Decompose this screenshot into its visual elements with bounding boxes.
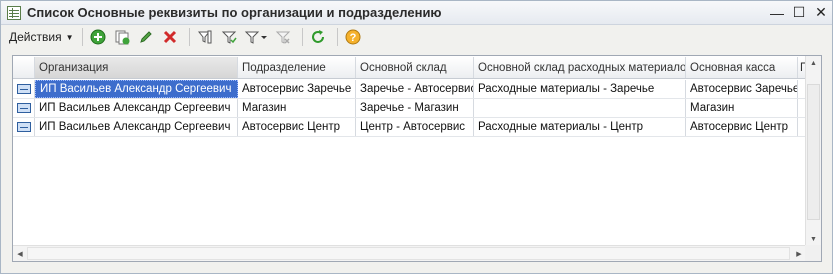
help-icon: ? [345,29,360,45]
scrollbar-corner [805,245,821,261]
copy-button[interactable] [112,27,132,47]
row-icon-cell [13,80,35,98]
refresh-button[interactable] [308,27,328,47]
delete-button[interactable] [160,27,180,47]
horizontal-scrollbar[interactable]: ◀ ▶ [13,245,806,261]
scroll-up-arrow-icon[interactable]: ▲ [806,56,821,70]
vertical-scrollbar[interactable]: ▲ ▼ [805,56,821,246]
header-main-cashbox[interactable]: Основная касса [686,57,798,78]
filter-icon [221,31,237,44]
row-icon-cell [13,118,35,136]
copy-icon [115,30,129,45]
filter-clear-button[interactable] [273,27,293,47]
header-consumables-warehouse[interactable]: Основной склад расходных материалов [474,57,686,78]
row-icon-cell [13,99,35,117]
cell-main-warehouse[interactable]: Заречье - Автосервис [356,80,474,98]
cell-department[interactable]: Автосервис Центр [238,118,356,136]
filter-set-icon [197,30,211,44]
table-row[interactable]: ИП Васильев Александр Сергеевич Автосерв… [13,118,806,137]
record-icon [17,84,31,94]
cell-consumables-warehouse[interactable] [474,99,686,117]
cell-main-warehouse[interactable]: Заречье - Магазин [356,99,474,117]
toolbar-separator [188,28,190,46]
header-main-warehouse[interactable]: Основной склад [356,57,474,78]
add-button[interactable] [88,27,108,47]
help-button[interactable]: ? [343,27,363,47]
header-department[interactable]: Подразделение [238,57,356,78]
svg-text:?: ? [349,32,356,44]
filter-dropdown-icon [244,31,267,44]
delete-icon [163,30,176,44]
edit-button[interactable] [136,27,156,47]
filter-set-button[interactable] [195,27,215,47]
edit-icon [139,31,152,43]
scroll-down-arrow-icon[interactable]: ▼ [806,232,821,246]
refresh-icon [311,30,324,43]
cell-organization[interactable]: ИП Васильев Александр Сергеевич [35,118,238,136]
caret-down-icon: ▼ [65,32,74,42]
minimize-button[interactable]: — [766,3,788,23]
cell-organization[interactable]: ИП Васильев Александр Сергеевич [35,80,238,98]
cell-main-cashbox[interactable]: Магазин [686,99,798,117]
toolbar-separator [81,28,83,46]
maximize-button[interactable]: ☐ [788,3,810,23]
table-grid: Организация Подразделение Основной склад… [13,56,806,246]
filter-button[interactable] [219,27,239,47]
cell-organization[interactable]: ИП Васильев Александр Сергеевич [35,99,238,117]
title-bar[interactable]: Список Основные реквизиты по организации… [1,1,832,25]
close-button[interactable]: ✕ [810,3,832,23]
record-icon [17,103,31,113]
horizontal-scroll-thumb[interactable] [27,247,790,260]
cell-department[interactable]: Автосервис Заречье [238,80,356,98]
header-organization[interactable]: Организация [35,57,238,78]
record-icon [17,122,31,132]
scroll-left-arrow-icon[interactable]: ◀ [13,246,27,261]
cell-consumables-warehouse[interactable]: Расходные материалы - Центр [474,118,686,136]
toolbar-separator [336,28,338,46]
actions-label: Действия [9,30,62,44]
cell-main-cashbox[interactable]: Автосервис Центр [686,118,798,136]
filter-clear-icon [275,31,290,44]
scroll-right-arrow-icon[interactable]: ▶ [792,246,806,261]
cell-main-warehouse[interactable]: Центр - Автосервис [356,118,474,136]
table-icon [7,5,21,20]
window-title: Список Основные реквизиты по организации… [27,5,442,20]
add-icon [90,29,105,45]
toolbar-separator [301,28,303,46]
header-icon-column [13,57,35,78]
list-window: Список Основные реквизиты по организации… [0,0,833,274]
table-row[interactable]: ИП Васильев Александр Сергеевич Автосерв… [13,80,806,99]
toolbar: Действия ▼ ? [1,25,832,49]
filter-dropdown-button[interactable] [243,27,269,47]
actions-menu-button[interactable]: Действия ▼ [6,27,77,47]
list-table[interactable]: Организация Подразделение Основной склад… [12,55,822,262]
vertical-scroll-thumb[interactable] [807,84,820,220]
table-header: Организация Подразделение Основной склад… [13,57,806,79]
cell-consumables-warehouse[interactable]: Расходные материалы - Заречье [474,80,686,98]
table-row[interactable]: ИП Васильев Александр Сергеевич Магазин … [13,99,806,118]
cell-department[interactable]: Магазин [238,99,356,117]
cell-main-cashbox[interactable]: Автосервис Заречье [686,80,798,98]
